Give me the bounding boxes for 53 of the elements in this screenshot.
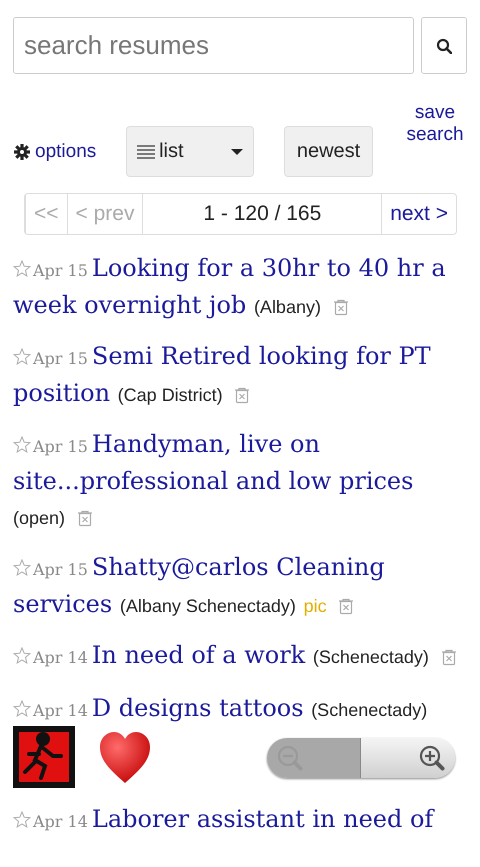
post-title-link[interactable]: Looking for a 30hr to 40 hr a bbox=[92, 254, 446, 282]
sort-button[interactable]: newest bbox=[284, 126, 374, 177]
post-location: (open) bbox=[13, 508, 66, 528]
hide-icon[interactable] bbox=[338, 598, 354, 615]
post-title-link[interactable]: Shatty@carlos Cleaning bbox=[92, 553, 385, 581]
hide-icon[interactable] bbox=[440, 649, 457, 666]
gear-icon bbox=[13, 142, 31, 160]
page-range: 1 - 120 / 165 bbox=[142, 194, 382, 234]
star-icon[interactable] bbox=[13, 647, 31, 664]
heart-icon bbox=[99, 730, 151, 784]
post-title-link[interactable]: site...professional and low prices bbox=[13, 467, 414, 495]
star-icon[interactable] bbox=[13, 559, 31, 576]
next-link[interactable]: next > bbox=[381, 194, 456, 234]
post-date: Apr 15 bbox=[33, 437, 88, 456]
post-title-link[interactable]: In need of a work bbox=[92, 641, 306, 669]
star-icon[interactable] bbox=[13, 811, 31, 828]
star-icon[interactable] bbox=[13, 348, 31, 365]
zoom-in-icon bbox=[419, 745, 445, 771]
post-location: (Schenectady) bbox=[311, 700, 428, 720]
post-title-link[interactable]: services bbox=[13, 590, 112, 618]
hide-icon[interactable] bbox=[234, 387, 250, 404]
search-button[interactable] bbox=[421, 17, 467, 74]
post-title-link[interactable]: Handyman, live on bbox=[92, 430, 320, 458]
post-title-link[interactable]: Semi Retired looking for PT bbox=[92, 342, 431, 370]
post-date: Apr 15 bbox=[33, 560, 88, 579]
post-date: Apr 14 bbox=[33, 648, 88, 667]
post-location: (Cap District) bbox=[118, 385, 223, 405]
options-link[interactable]: options bbox=[13, 140, 96, 162]
star-icon[interactable] bbox=[13, 700, 31, 717]
caret-icon bbox=[231, 148, 244, 154]
list-icon bbox=[137, 144, 156, 159]
post-date: Apr 15 bbox=[33, 349, 88, 368]
exit-sign-icon bbox=[13, 726, 75, 788]
post-location: (Albany) bbox=[254, 297, 321, 317]
post-title-link[interactable]: position bbox=[13, 379, 110, 407]
search-icon bbox=[436, 38, 452, 54]
zoom-in-button[interactable] bbox=[361, 738, 455, 778]
post-title-link[interactable]: D designs tattoos bbox=[92, 694, 304, 722]
star-icon[interactable] bbox=[13, 260, 31, 277]
hide-icon[interactable] bbox=[76, 510, 93, 527]
save-search-link[interactable]: save search bbox=[403, 102, 467, 146]
view-dropdown[interactable]: list bbox=[126, 126, 254, 177]
post-location: (Schenectady) bbox=[312, 647, 429, 667]
post-date: Apr 14 bbox=[33, 812, 88, 831]
post-location: (Albany Schenectady) bbox=[120, 596, 296, 616]
star-icon[interactable] bbox=[13, 436, 31, 453]
pic-label: pic bbox=[304, 596, 327, 616]
post-title-link[interactable]: Laborer assistant in need of bbox=[92, 805, 434, 833]
post-date: Apr 15 bbox=[33, 261, 88, 280]
search-field[interactable]: search resumes bbox=[13, 17, 414, 74]
post-title-link[interactable]: week overnight job bbox=[13, 291, 246, 319]
post-date: Apr 14 bbox=[33, 701, 88, 720]
hide-icon[interactable] bbox=[332, 299, 349, 316]
